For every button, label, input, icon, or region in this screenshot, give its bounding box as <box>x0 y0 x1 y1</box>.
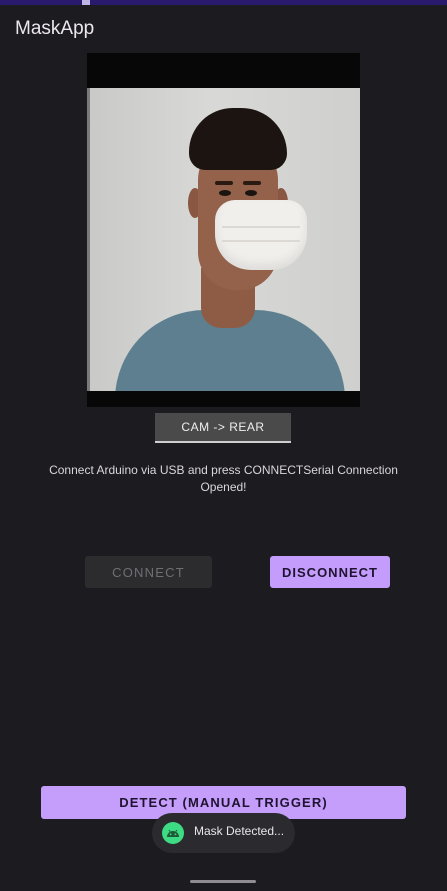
toast-notification: Mask Detected... <box>152 813 295 853</box>
navigation-handle[interactable] <box>190 880 256 883</box>
camera-preview <box>87 53 360 407</box>
face-mask <box>215 200 307 270</box>
toast-message: Mask Detected... <box>194 824 285 838</box>
connection-status-text: Connect Arduino via USB and press CONNEC… <box>49 463 398 494</box>
android-icon <box>162 822 184 844</box>
connect-button[interactable]: CONNECT <box>85 556 212 588</box>
app-title: MaskApp <box>15 18 95 39</box>
disconnect-button[interactable]: DISCONNECT <box>270 556 390 588</box>
app-bar: MaskApp <box>0 5 447 53</box>
camera-toggle-button[interactable]: CAM -> REAR <box>155 413 291 443</box>
camera-image <box>87 88 360 391</box>
